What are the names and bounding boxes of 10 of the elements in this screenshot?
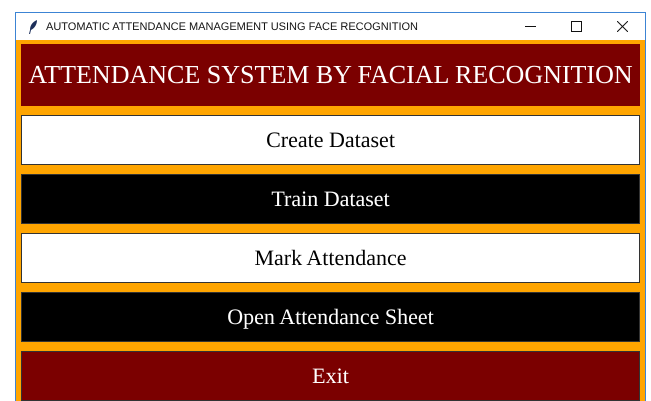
menu-button[interactable]: Train Dataset	[21, 174, 640, 224]
app-header: ATTENDANCE SYSTEM BY FACIAL RECOGNITION	[21, 44, 640, 106]
close-icon	[616, 21, 628, 32]
menu-button[interactable]: Create Dataset	[21, 115, 640, 165]
window-title: AUTOMATIC ATTENDANCE MANAGEMENT USING FACE RECOGNITION	[46, 20, 418, 32]
feather-icon	[28, 20, 38, 34]
maximize-icon	[570, 21, 582, 32]
menu-button[interactable]: Mark Attendance	[21, 233, 640, 283]
menu-button[interactable]: Exit	[21, 351, 640, 401]
menu-button[interactable]: Open Attendance Sheet	[21, 292, 640, 342]
